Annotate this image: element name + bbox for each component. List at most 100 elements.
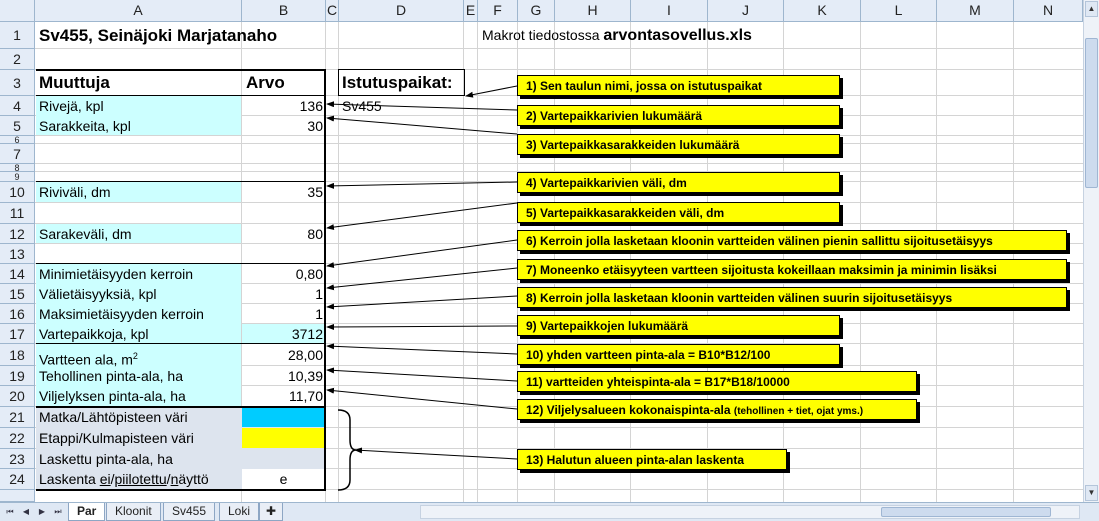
row-header-20[interactable]: 20 xyxy=(0,386,35,407)
row-header-15[interactable]: 15 xyxy=(0,284,35,304)
row-header-11[interactable]: 11 xyxy=(0,203,35,224)
param-value[interactable]: 30 xyxy=(242,116,325,136)
column-header-b[interactable]: B xyxy=(242,0,326,22)
row-header-22[interactable]: 22 xyxy=(0,428,35,449)
param-label[interactable]: Sarakeväli, dm xyxy=(37,224,134,244)
column-header-f[interactable]: F xyxy=(478,0,518,22)
row-header-2[interactable]: 2 xyxy=(0,49,35,70)
row-header-19[interactable]: 19 xyxy=(0,366,35,386)
row-header-17[interactable]: 17 xyxy=(0,324,35,344)
param-value[interactable]: 10,39 xyxy=(242,366,325,386)
param-label[interactable]: Riviväli, dm xyxy=(37,182,113,203)
param-value[interactable]: 80 xyxy=(242,224,325,244)
horizontal-scrollbar[interactable] xyxy=(420,505,1080,519)
column-header-g[interactable]: G xyxy=(518,0,555,22)
param-label[interactable]: Sarakkeita, kpl xyxy=(37,116,133,136)
param-label[interactable]: Vartepaikkoja, kpl xyxy=(37,324,150,344)
tab-kloonit[interactable]: Kloonit xyxy=(106,503,161,521)
insert-sheet-icon[interactable]: ✚ xyxy=(259,503,284,521)
param-value[interactable]: 28,00 xyxy=(242,344,325,366)
arrow-11 xyxy=(326,367,518,382)
color-swatch-yellow[interactable] xyxy=(242,428,325,448)
column-header-d[interactable]: D xyxy=(339,0,464,22)
callout-7: 7) Moneenko etäisyyteen vartteen sijoitu… xyxy=(517,259,1067,280)
header-muuttuja[interactable]: Muuttuja xyxy=(37,70,112,96)
vertical-scrollbar[interactable]: ▲ ▼ xyxy=(1083,0,1099,502)
first-sheet-icon[interactable]: ⏮ xyxy=(4,506,16,518)
param-value[interactable]: 0,80 xyxy=(242,264,325,284)
macro-note[interactable]: Makrot tiedostossa arvontasovellus.xls xyxy=(480,22,754,49)
row-header-1[interactable]: 1 xyxy=(0,22,35,49)
istutus-label[interactable]: Istutuspaikat: xyxy=(340,70,455,96)
param-value[interactable]: e xyxy=(242,469,325,490)
param-value[interactable]: 1 xyxy=(242,304,325,324)
row-header-4[interactable]: 4 xyxy=(0,96,35,116)
sheet-title[interactable]: Sv455, Seinäjoki Marjatanaho xyxy=(37,22,279,49)
param-value[interactable]: 3712 xyxy=(242,324,325,344)
select-all-corner[interactable] xyxy=(0,0,35,22)
vertical-scroll-thumb[interactable] xyxy=(1085,38,1098,188)
column-header-e[interactable]: E xyxy=(464,0,478,22)
arrow-10 xyxy=(326,343,518,355)
istutus-border xyxy=(338,69,339,96)
param-label[interactable]: Viljelyksen pinta-ala, ha xyxy=(37,386,188,407)
column-header-l[interactable]: L xyxy=(861,0,937,22)
param-label[interactable]: Välietäisyyksiä, kpl xyxy=(37,284,159,304)
param-label[interactable]: Laskettu pinta-ala, ha xyxy=(37,449,175,469)
scroll-up-icon[interactable]: ▲ xyxy=(1085,1,1098,17)
callout-10: 10) yhden vartteen pinta-ala = B10*B12/1… xyxy=(517,344,840,365)
prev-sheet-icon[interactable]: ◀ xyxy=(20,506,32,518)
row-header-3[interactable]: 3 xyxy=(0,70,35,96)
row-header-9[interactable]: 9 xyxy=(0,172,35,182)
color-swatch-cyan[interactable] xyxy=(242,407,325,427)
param-label[interactable]: Etappi/Kulmapisteen väri xyxy=(37,428,196,449)
column-header-c[interactable]: C xyxy=(326,0,339,22)
column-header-m[interactable]: M xyxy=(937,0,1014,22)
param-label[interactable]: Rivejä, kpl xyxy=(37,96,106,116)
param-value[interactable]: 1 xyxy=(242,284,325,304)
row-header-16[interactable]: 16 xyxy=(0,304,35,324)
next-sheet-icon[interactable]: ▶ xyxy=(36,506,48,518)
horizontal-scroll-thumb[interactable] xyxy=(881,507,1051,517)
row-header-10[interactable]: 10 xyxy=(0,182,35,203)
param-label[interactable]: Maksimietäisyyden kerroin xyxy=(37,304,206,324)
arrow-5 xyxy=(326,202,518,231)
last-sheet-icon[interactable]: ⏭ xyxy=(52,506,64,518)
row-header-6[interactable]: 6 xyxy=(0,136,35,144)
row-header-18[interactable]: 18 xyxy=(0,344,35,366)
gridline xyxy=(35,163,1083,164)
param-label[interactable]: Matka/Lähtöpisteen väri xyxy=(37,407,190,428)
row-header-23[interactable]: 23 xyxy=(0,449,35,469)
column-header-h[interactable]: H xyxy=(555,0,631,22)
header-arvo[interactable]: Arvo xyxy=(244,70,287,96)
tab-sv455[interactable]: Sv455 xyxy=(163,503,216,521)
param-label[interactable]: Laskenta ei/piilotettu/näyttö xyxy=(37,469,211,490)
tab-par[interactable]: Par xyxy=(68,503,106,521)
row-header-21[interactable]: 21 xyxy=(0,407,35,428)
row-header-8[interactable]: 8 xyxy=(0,164,35,172)
param-value[interactable]: 136 xyxy=(242,96,325,116)
param-value[interactable]: 35 xyxy=(242,182,325,203)
tab-loki[interactable]: Loki xyxy=(219,503,260,521)
row-header-5[interactable]: 5 xyxy=(0,116,35,136)
istutus-value[interactable]: Sv455 xyxy=(340,96,384,116)
label-part: Laskenta xyxy=(39,471,100,487)
arrow-7 xyxy=(326,267,518,291)
column-header-n[interactable]: N xyxy=(1014,0,1083,22)
column-header-i[interactable]: I xyxy=(631,0,708,22)
row-header-7[interactable]: 7 xyxy=(0,144,35,164)
row-header-13[interactable]: 13 xyxy=(0,244,35,264)
scroll-down-icon[interactable]: ▼ xyxy=(1085,485,1098,501)
param-label[interactable]: Minimietäisyyden kerroin xyxy=(37,264,195,284)
param-label[interactable]: Tehollinen pinta-ala, ha xyxy=(37,366,185,386)
column-header-a[interactable]: A xyxy=(35,0,242,22)
param-value[interactable]: 11,70 xyxy=(242,386,325,407)
row-header-24[interactable]: 24 xyxy=(0,469,35,490)
column-header-k[interactable]: K xyxy=(784,0,861,22)
row-header-14[interactable]: 14 xyxy=(0,264,35,284)
label-part: ei xyxy=(99,471,111,487)
column-header-j[interactable]: J xyxy=(708,0,784,22)
param-label[interactable]: Vartteen ala, m2 xyxy=(37,344,140,368)
spreadsheet-grid[interactable]: A B C D E F G H I J K L M N 1 2 3 4 5 6 … xyxy=(0,0,1083,502)
row-header-12[interactable]: 12 xyxy=(0,224,35,244)
